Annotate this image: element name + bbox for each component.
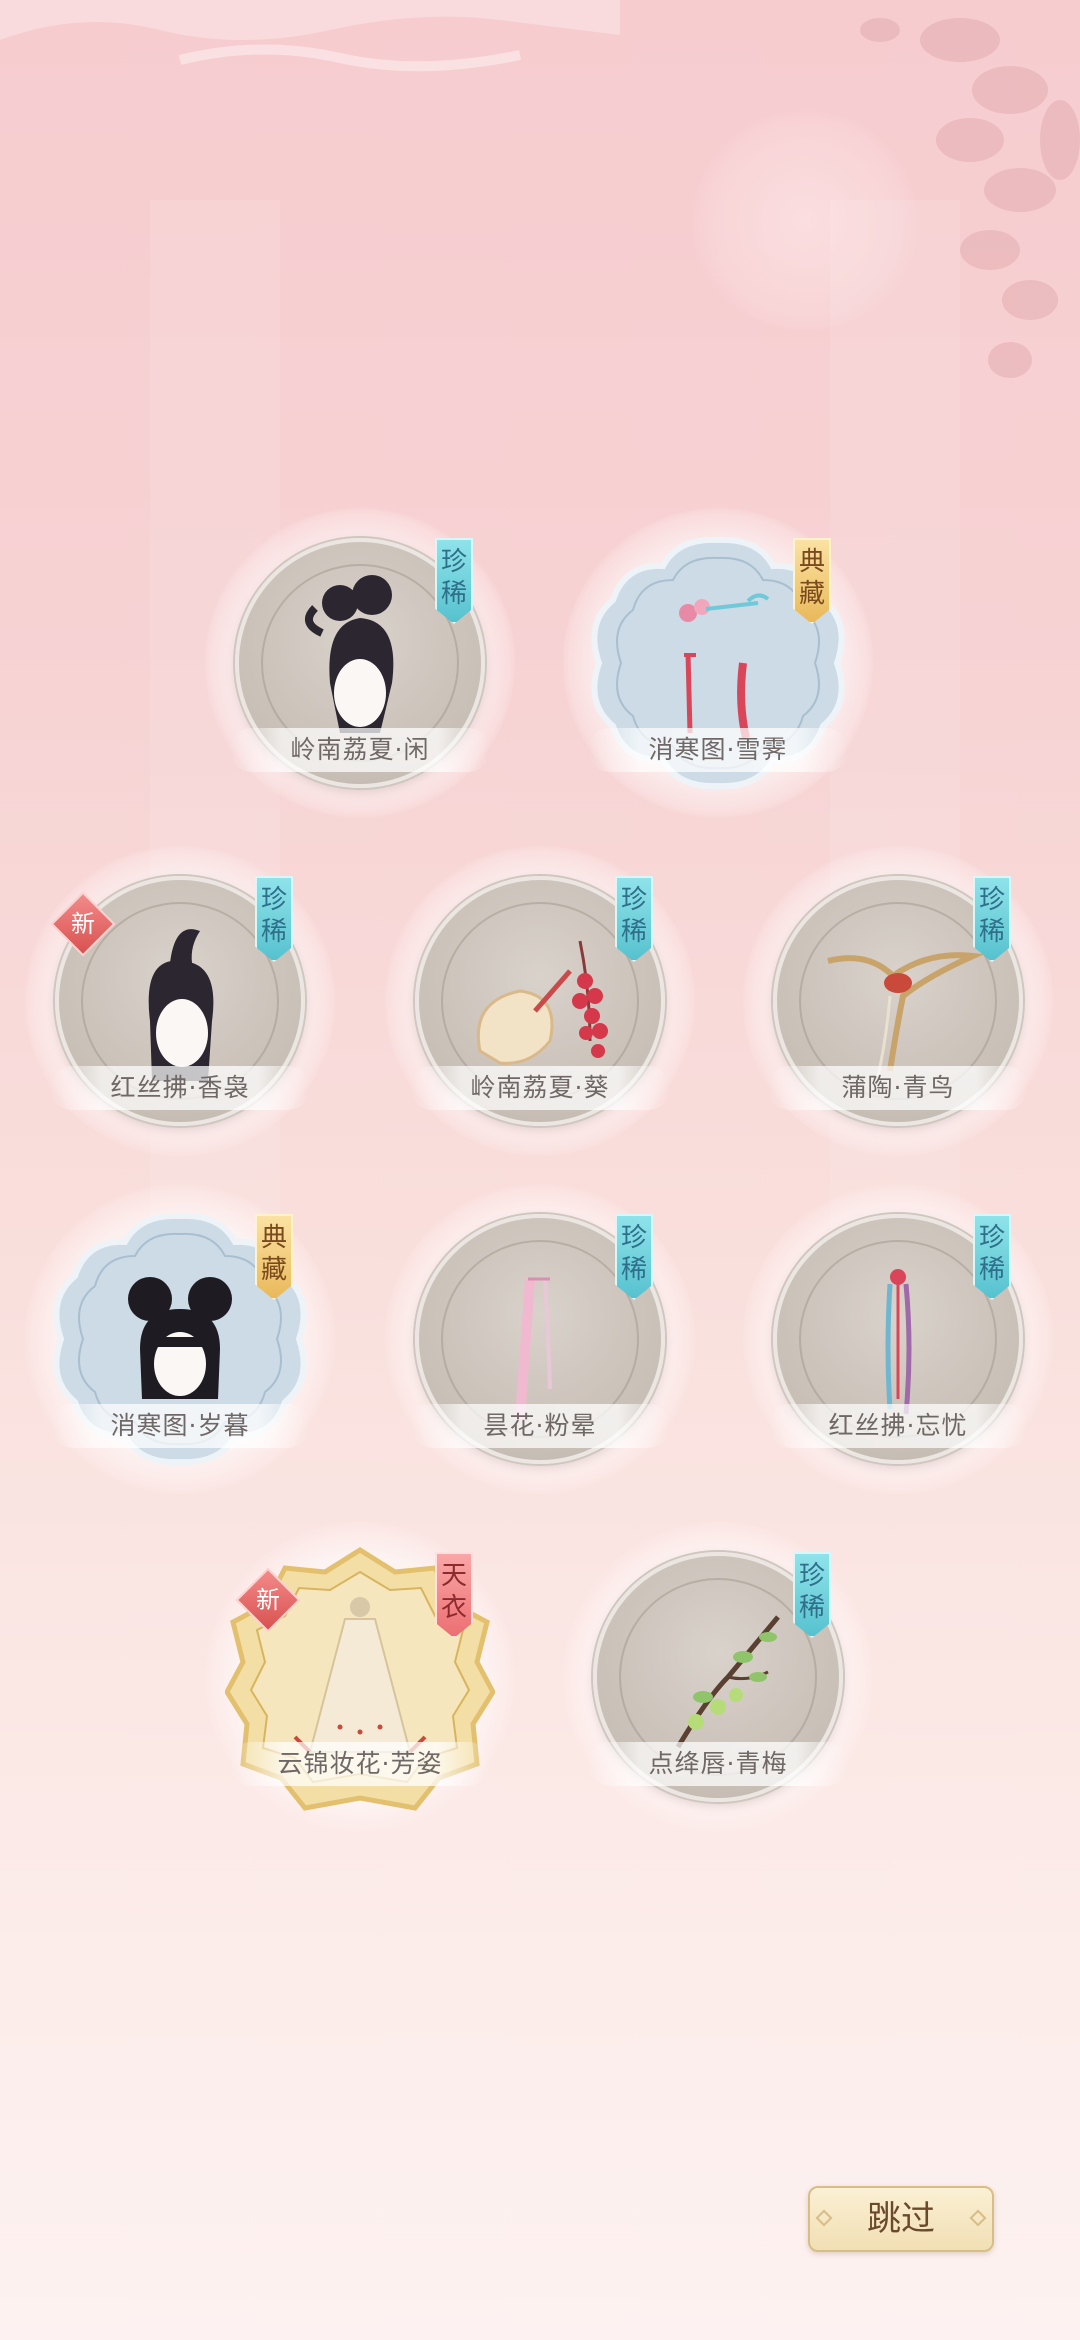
rarity-tag: 典藏 — [793, 538, 831, 624]
cloud-decoration — [0, 0, 620, 72]
item-name: 红丝拂·忘忧 — [768, 1404, 1028, 1448]
rarity-tag: 典藏 — [255, 1214, 293, 1300]
new-badge-text: 新 — [256, 1586, 280, 1614]
item-name: 昙花·粉晕 — [410, 1404, 670, 1448]
reward-item[interactable]: 岭南荔夏·葵 珍稀 — [385, 846, 695, 1156]
reward-item[interactable]: 昙花·粉晕 珍稀 — [385, 1184, 695, 1494]
reward-item[interactable]: 点绛唇·青梅 珍稀 — [563, 1522, 873, 1832]
new-badge-text: 新 — [71, 910, 95, 938]
rarity-tag: 珍稀 — [615, 876, 653, 962]
reward-item[interactable]: 消寒图·雪霁 典藏 — [563, 508, 873, 818]
item-name: 蒲陶·青鸟 — [768, 1066, 1028, 1110]
item-name: 岭南荔夏·闲 — [230, 728, 490, 772]
item-name: 消寒图·雪霁 — [588, 728, 848, 772]
rarity-tag: 珍稀 — [255, 876, 293, 962]
item-name: 红丝拂·香袅 — [50, 1066, 310, 1110]
reward-item[interactable]: 红丝拂·忘忧 珍稀 — [743, 1184, 1053, 1494]
item-name: 点绛唇·青梅 — [588, 1742, 848, 1786]
rarity-tag: 珍稀 — [793, 1552, 831, 1638]
item-name: 消寒图·岁暮 — [50, 1404, 310, 1448]
item-name: 岭南荔夏·葵 — [410, 1066, 670, 1110]
wisteria-decoration — [860, 18, 1080, 378]
rarity-tag: 天衣 — [435, 1552, 473, 1638]
reward-item[interactable]: 蒲陶·青鸟 珍稀 — [743, 846, 1053, 1156]
rarity-tag: 珍稀 — [615, 1214, 653, 1300]
item-name: 云锦妆花·芳姿 — [230, 1742, 490, 1786]
rarity-tag: 珍稀 — [973, 876, 1011, 962]
rarity-tag: 珍稀 — [435, 538, 473, 624]
skip-button[interactable]: 跳过 — [808, 2186, 994, 2252]
rarity-tag: 珍稀 — [973, 1214, 1011, 1300]
reward-item[interactable]: 红丝拂·香袅 珍稀 新 — [25, 846, 335, 1156]
reward-item[interactable]: 云锦妆花·芳姿 天衣 新 — [205, 1522, 515, 1832]
reward-item[interactable]: 岭南荔夏·闲 珍稀 — [205, 508, 515, 818]
moon-decoration — [690, 110, 920, 330]
reward-item[interactable]: 消寒图·岁暮 典藏 — [25, 1184, 335, 1494]
